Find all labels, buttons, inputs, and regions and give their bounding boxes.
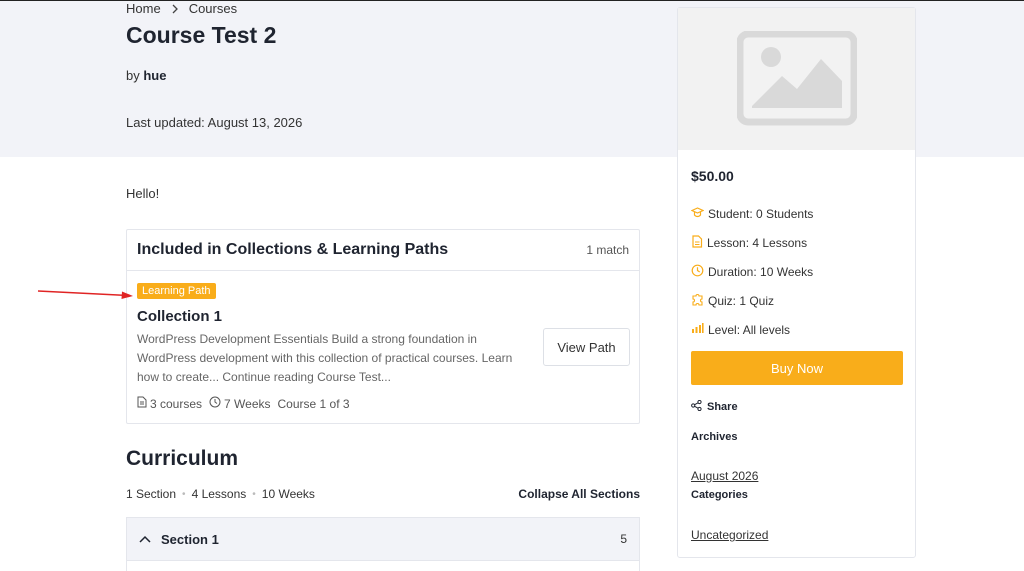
collection-description: WordPress Development Essentials Build a… [137, 332, 513, 384]
meta-position: Course 1 of 3 [277, 396, 350, 411]
curriculum-sections-count: 1 Section [126, 487, 177, 501]
course-sidebar: $50.00 Student: 0 Students Lesson: 4 Les… [677, 7, 916, 558]
view-path-button[interactable]: View Path [543, 328, 630, 366]
graduation-cap-icon [690, 206, 705, 222]
course-author: by hue [126, 68, 166, 83]
collections-box: Included in Collections & Learning Paths… [126, 229, 640, 424]
meta-duration-label: 7 Weeks [224, 396, 271, 411]
level-label: Level: All levels [708, 322, 791, 337]
chevron-up-icon[interactable] [139, 535, 153, 543]
curriculum-meta: 1 Section • 4 Lessons • 10 Weeks [126, 487, 315, 501]
curriculum-duration: 10 Weeks [261, 487, 315, 501]
section-header[interactable]: Section 1 5 [126, 517, 640, 561]
bar-chart-icon [691, 322, 704, 337]
meta-courses: 3 courses [137, 396, 202, 411]
curriculum-title: Curriculum [126, 447, 239, 470]
page-title: Course Test 2 [126, 22, 277, 48]
author-by-label: by [126, 68, 140, 83]
info-lesson: Lesson: 4 Lessons [691, 235, 807, 251]
learning-path-badge: Learning Path [137, 283, 216, 299]
match-count: 1 match [586, 243, 629, 257]
share-button[interactable]: Share [691, 399, 738, 414]
document-icon [137, 396, 147, 411]
buy-now-button[interactable]: Buy Now [691, 351, 903, 385]
image-placeholder-icon [736, 31, 857, 126]
breadcrumb-courses-link[interactable]: Courses [189, 1, 237, 16]
quiz-label: Quiz: 1 Quiz [708, 294, 775, 308]
meta-separator: • [252, 488, 256, 500]
breadcrumb: Home Courses [126, 1, 237, 16]
meta-courses-label: 3 courses [150, 396, 203, 411]
collection-meta: 3 courses 7 Weeks Course 1 of 3 [137, 396, 350, 411]
student-label: Student: 0 Students [708, 207, 814, 221]
meta-separator: • [182, 488, 186, 500]
categories-heading: Categories [691, 489, 748, 501]
clock-icon [209, 396, 221, 411]
author-name[interactable]: hue [143, 68, 166, 83]
last-updated: Last updated: August 13, 2026 [126, 115, 303, 130]
category-link[interactable]: Uncategorized [691, 528, 768, 542]
share-label: Share [707, 401, 738, 413]
lesson-label: Lesson: 4 Lessons [707, 236, 808, 250]
course-thumbnail [678, 8, 915, 150]
info-student: Student: 0 Students [690, 206, 814, 222]
clock-icon [691, 264, 704, 280]
collapse-all-sections-button[interactable]: Collapse All Sections [480, 487, 640, 501]
collections-header: Included in Collections & Learning Paths… [127, 230, 639, 271]
duration-label: Duration: 10 Weeks [708, 265, 814, 279]
section-item-count: 5 [620, 532, 627, 546]
collections-heading: Included in Collections & Learning Paths [137, 241, 449, 258]
course-intro-text: Hello! [126, 186, 160, 201]
chevron-right-icon [169, 4, 181, 14]
section-body [126, 561, 640, 571]
section-name: Section 1 [161, 531, 219, 547]
puzzle-icon [691, 293, 704, 309]
course-price: $50.00 [691, 168, 734, 184]
archives-heading: Archives [691, 431, 738, 443]
archive-link[interactable]: August 2026 [691, 469, 758, 483]
meta-duration: 7 Weeks [209, 396, 271, 411]
breadcrumb-home-link[interactable]: Home [126, 1, 161, 16]
red-arrow-annotation [37, 290, 133, 299]
info-duration: Duration: 10 Weeks [691, 264, 813, 280]
document-icon [691, 235, 703, 251]
collection-title[interactable]: Collection 1 [137, 308, 222, 325]
info-level: Level: All levels [691, 322, 790, 337]
share-icon [691, 399, 702, 414]
curriculum-lessons-count: 4 Lessons [191, 487, 247, 501]
info-quiz: Quiz: 1 Quiz [691, 293, 774, 309]
